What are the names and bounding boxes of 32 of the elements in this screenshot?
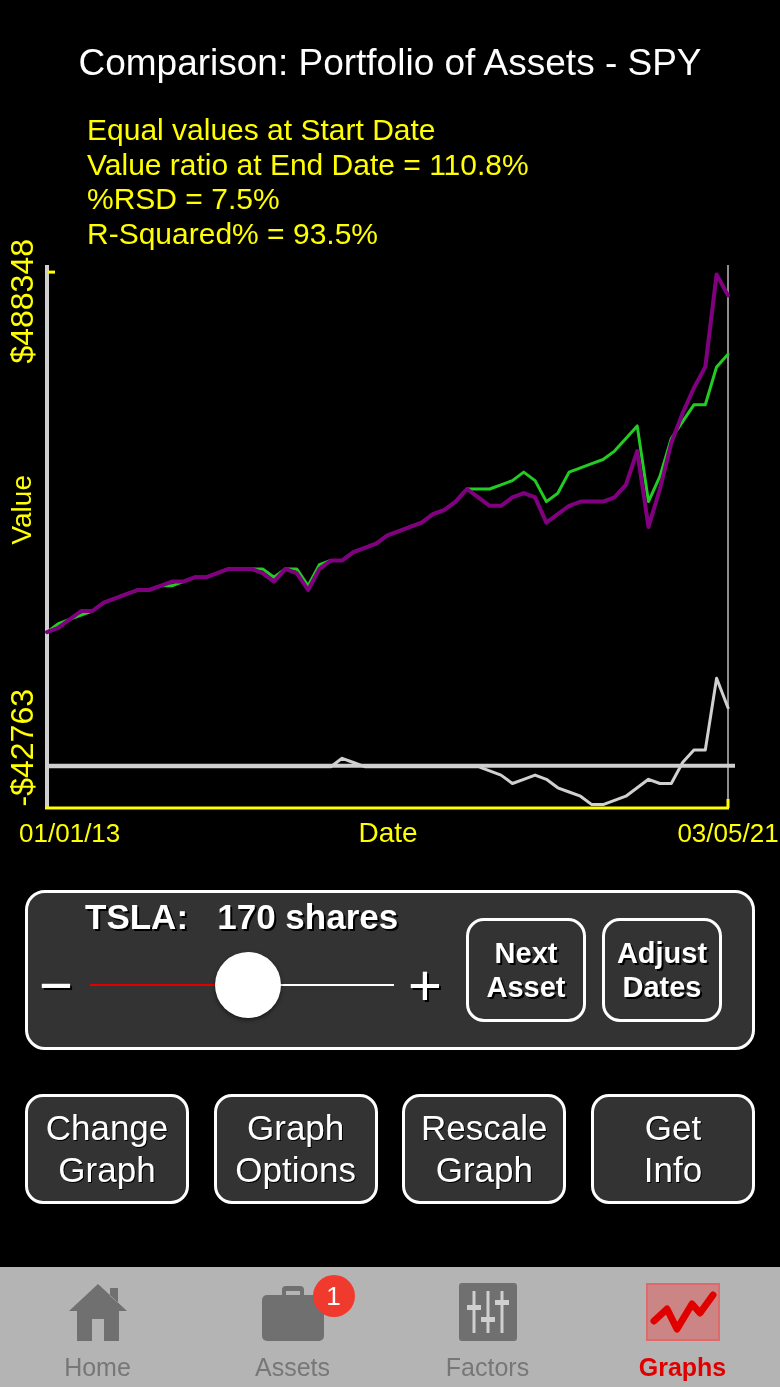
decrease-button[interactable]: − [38,956,74,1014]
slider-thumb[interactable] [215,952,282,1018]
share-slider[interactable] [90,952,394,1018]
graph-button[interactable]: Change Graph [25,1094,189,1204]
home-icon [67,1283,128,1341]
stat-line: %RSD = 7.5% [87,182,280,217]
increase-button[interactable]: + [407,956,443,1014]
graph-button[interactable]: Rescale Graph [402,1094,567,1204]
x-tick-label: 03/05/21 [677,817,779,849]
graph-button[interactable]: Get Info [590,1094,755,1204]
tab-label: Graphs [638,1353,727,1381]
sliders-icon [458,1283,517,1341]
stat-line: Value ratio at End Date = 110.8% [87,147,529,182]
holding-label: TSLA: 170 shares [85,898,399,936]
x-axis-title: Date [358,817,418,849]
line-chart-icon [645,1283,720,1341]
y-tick-label: $488348 [5,238,39,364]
count-badge: 1 [312,1275,355,1317]
y-axis-title: Value [5,475,38,545]
x-tick-label: 01/01/13 [19,817,121,849]
tab-label: Home [64,1353,131,1381]
graph-button[interactable]: Graph Options [213,1094,378,1204]
stat-line: Equal values at Start Date [87,113,436,148]
action-button[interactable]: Next Asset [466,918,586,1022]
chart-title: Comparison: Portfolio of Assets - SPY [78,43,702,83]
y-tick-label: -$42763 [5,689,39,807]
briefcase-icon [260,1285,325,1341]
assets-tab[interactable]: 1 Assets [195,1267,390,1387]
tab-label: Assets [255,1353,330,1381]
action-button[interactable]: Adjust Dates [602,918,722,1022]
stat-line: R-Squared% = 93.5% [87,216,378,251]
tab-label: Factors [445,1353,530,1381]
